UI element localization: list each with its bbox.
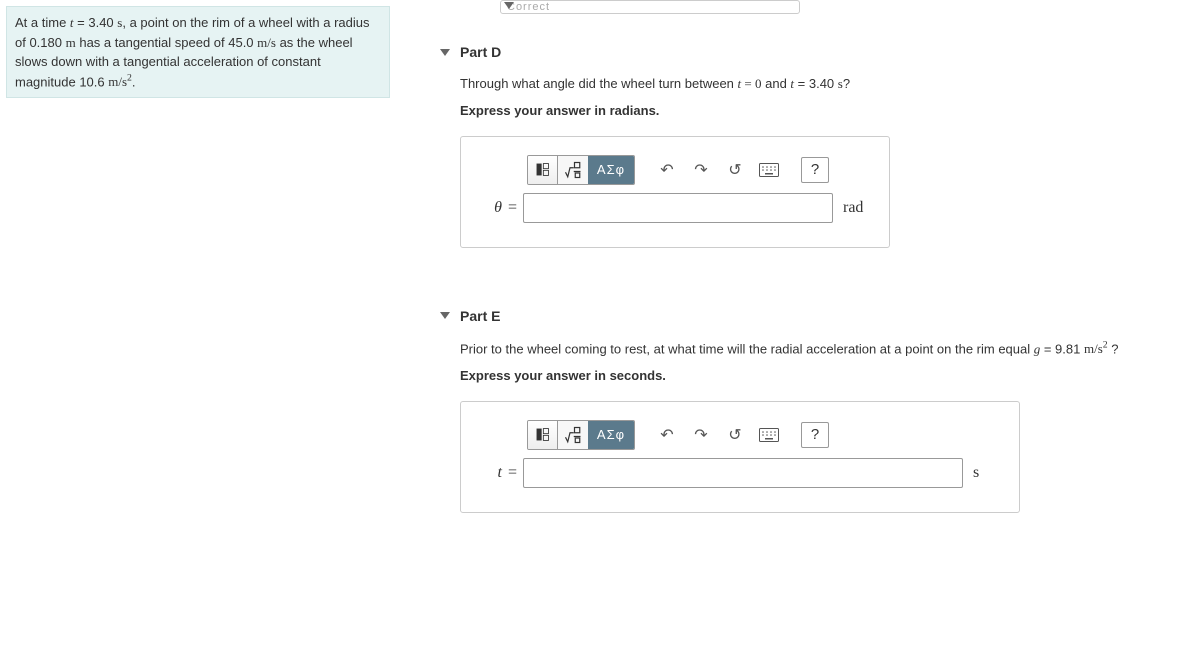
reset-icon[interactable]: ↺ <box>721 156 749 184</box>
part-e-answer-area: ΑΣφ ↶ ↷ ↺ ? t = s <box>460 401 1020 513</box>
help-button[interactable]: ? <box>801 422 829 448</box>
templates-button[interactable] <box>528 421 558 449</box>
part-e-title: Part E <box>460 308 500 324</box>
part-e-unit: s <box>969 464 1003 482</box>
reset-icon[interactable]: ↺ <box>721 421 749 449</box>
fraction-root-button[interactable] <box>558 156 588 184</box>
part-e-variable: t = <box>477 464 517 482</box>
part-d-unit: rad <box>839 199 873 217</box>
part-d-question: Through what angle did the wheel turn be… <box>460 74 1190 95</box>
redo-icon[interactable]: ↷ <box>687 156 715 184</box>
templates-button[interactable] <box>528 156 558 184</box>
collapse-toggle-prev[interactable] <box>504 2 514 9</box>
part-d-answer-input[interactable] <box>523 193 833 223</box>
help-button[interactable]: ? <box>801 157 829 183</box>
undo-icon[interactable]: ↶ <box>653 421 681 449</box>
part-d-instruction: Express your answer in radians. <box>460 103 1190 118</box>
part-d-answer-area: ΑΣφ ↶ ↷ ↺ ? θ = rad <box>460 136 890 248</box>
fraction-root-button[interactable] <box>558 421 588 449</box>
part-e-instruction: Express your answer in seconds. <box>460 368 1190 383</box>
part-e-question: Prior to the wheel coming to rest, at wh… <box>460 338 1190 360</box>
part-d-variable: θ = <box>477 199 517 217</box>
problem-statement: At a time t = 3.40 s, a point on the rim… <box>6 6 390 98</box>
greek-symbols-button[interactable]: ΑΣφ <box>588 156 634 184</box>
undo-icon[interactable]: ↶ <box>653 156 681 184</box>
greek-symbols-button[interactable]: ΑΣφ <box>588 421 634 449</box>
keyboard-icon[interactable] <box>755 156 783 184</box>
collapse-toggle-part-e[interactable] <box>440 312 450 319</box>
previous-part-status: Correct <box>500 0 800 14</box>
collapse-toggle-part-d[interactable] <box>440 49 450 56</box>
keyboard-icon[interactable] <box>755 421 783 449</box>
redo-icon[interactable]: ↷ <box>687 421 715 449</box>
part-e-answer-input[interactable] <box>523 458 963 488</box>
part-d-title: Part D <box>460 44 501 60</box>
